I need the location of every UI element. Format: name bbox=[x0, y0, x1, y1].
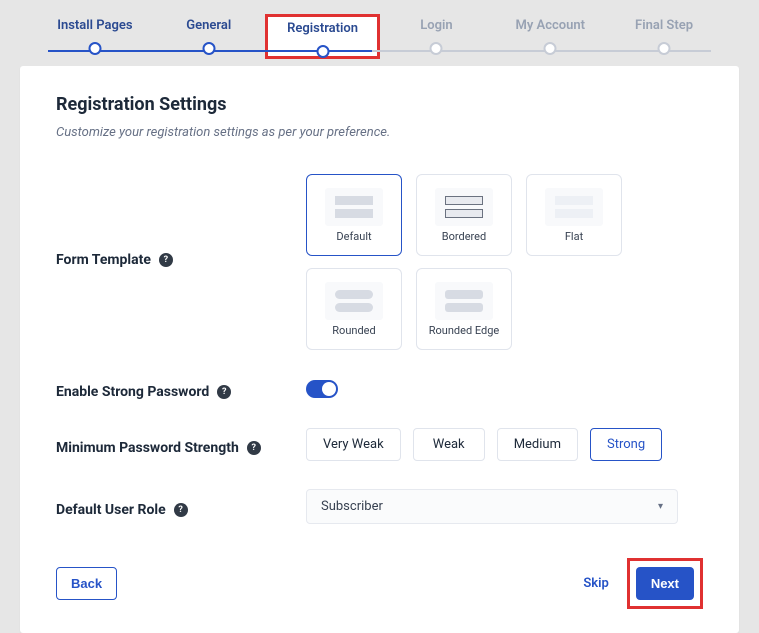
template-label: Rounded Edge bbox=[429, 324, 500, 337]
strength-medium[interactable]: Medium bbox=[497, 428, 578, 461]
default-role-select[interactable]: Subscriber ▾ bbox=[306, 489, 678, 524]
template-label: Rounded bbox=[332, 324, 375, 337]
page-subtitle: Customize your registration settings as … bbox=[56, 125, 703, 140]
page-title: Registration Settings bbox=[56, 94, 703, 115]
next-button[interactable]: Next bbox=[636, 567, 694, 600]
template-preview-rounded-edge bbox=[435, 282, 493, 320]
password-strength-label: Minimum Password Strength ? bbox=[56, 434, 306, 456]
strong-password-label: Enable Strong Password ? bbox=[56, 378, 306, 400]
help-icon[interactable]: ? bbox=[174, 503, 188, 517]
strength-weak[interactable]: Weak bbox=[413, 428, 485, 461]
strong-password-toggle[interactable] bbox=[306, 380, 338, 398]
chevron-down-icon: ▾ bbox=[658, 501, 663, 512]
template-preview-default bbox=[325, 188, 383, 226]
step-final-step[interactable]: Final Step bbox=[607, 18, 721, 55]
step-install-pages[interactable]: Install Pages bbox=[38, 18, 152, 55]
footer-right: Skip Next bbox=[583, 558, 703, 609]
template-default[interactable]: Default bbox=[306, 174, 402, 256]
template-preview-rounded bbox=[325, 282, 383, 320]
template-label: Bordered bbox=[442, 230, 486, 243]
back-button[interactable]: Back bbox=[56, 567, 117, 600]
default-role-row: Default User Role ? Subscriber ▾ bbox=[56, 475, 703, 538]
template-preview-flat bbox=[545, 188, 603, 226]
form-template-label: Form Template ? bbox=[56, 174, 306, 268]
strength-strong[interactable]: Strong bbox=[590, 428, 662, 461]
help-icon[interactable]: ? bbox=[217, 385, 231, 399]
template-rounded[interactable]: Rounded bbox=[306, 268, 402, 350]
setup-stepper: Install Pages General Registration Login… bbox=[20, 16, 739, 56]
form-template-row: Form Template ? Default Bordered bbox=[56, 160, 703, 364]
template-grid: Default Bordered Flat bbox=[306, 174, 622, 350]
default-role-label: Default User Role ? bbox=[56, 496, 306, 518]
skip-link[interactable]: Skip bbox=[583, 576, 609, 591]
step-my-account[interactable]: My Account bbox=[493, 18, 607, 55]
password-strength-label-text: Minimum Password Strength bbox=[56, 440, 239, 456]
template-label: Default bbox=[336, 230, 371, 243]
step-login[interactable]: Login bbox=[379, 18, 493, 55]
step-general[interactable]: General bbox=[152, 18, 266, 55]
template-rounded-edge[interactable]: Rounded Edge bbox=[416, 268, 512, 350]
panel-footer: Back Skip Next bbox=[56, 558, 703, 609]
next-highlight: Next bbox=[627, 558, 703, 609]
strength-very-weak[interactable]: Very Weak bbox=[306, 428, 401, 461]
template-bordered[interactable]: Bordered bbox=[416, 174, 512, 256]
strength-options: Very Weak Weak Medium Strong bbox=[306, 428, 662, 461]
template-label: Flat bbox=[565, 230, 583, 243]
template-flat[interactable]: Flat bbox=[526, 174, 622, 256]
default-role-label-text: Default User Role bbox=[56, 502, 166, 518]
settings-panel: Registration Settings Customize your reg… bbox=[20, 66, 739, 633]
template-preview-bordered bbox=[435, 188, 493, 226]
strong-password-row: Enable Strong Password ? bbox=[56, 364, 703, 414]
help-icon[interactable]: ? bbox=[247, 441, 261, 455]
help-icon[interactable]: ? bbox=[159, 253, 173, 267]
strong-password-label-text: Enable Strong Password bbox=[56, 384, 209, 400]
form-template-label-text: Form Template bbox=[56, 252, 151, 268]
password-strength-row: Minimum Password Strength ? Very Weak We… bbox=[56, 414, 703, 475]
default-role-value: Subscriber bbox=[321, 499, 383, 514]
